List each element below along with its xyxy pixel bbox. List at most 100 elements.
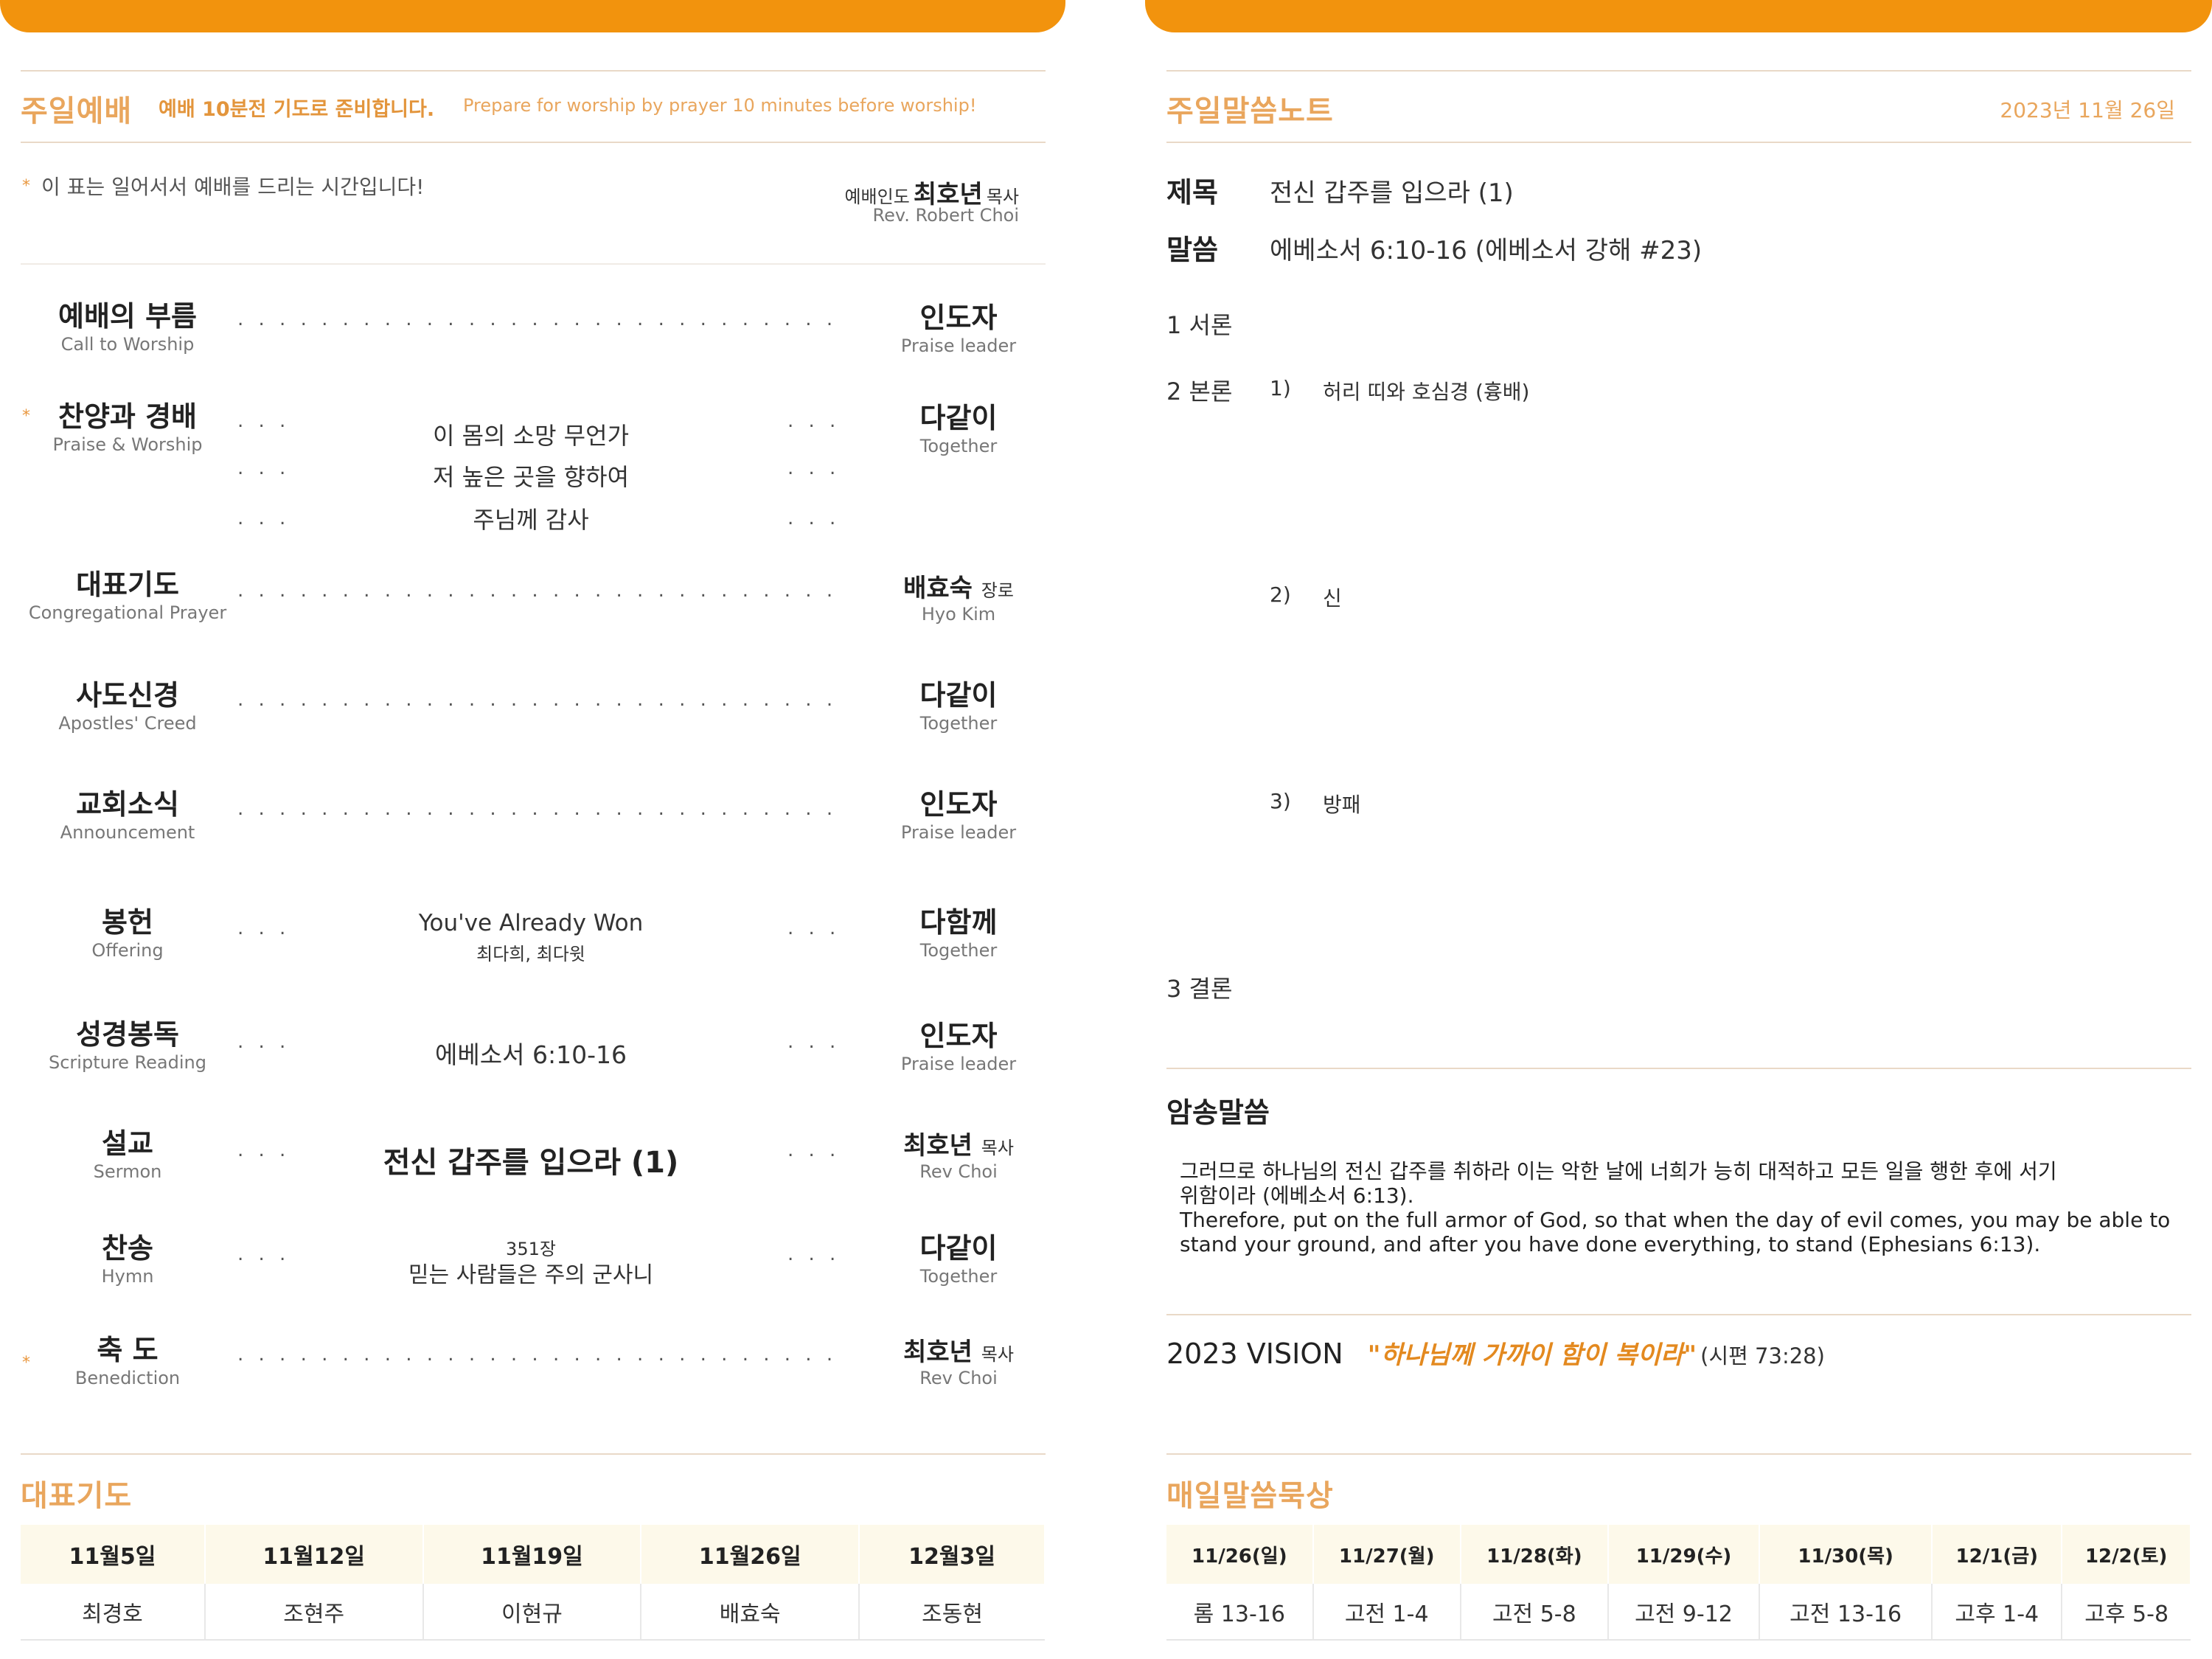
item-performer: 최호년 목사 Rev Choi [885,1125,1032,1182]
standing-note: 이 표는 일어서서 예배를 드리는 시간입니다! [41,175,425,199]
devotion-reading: 고전 13-16 [1759,1584,1933,1641]
dot-leader: . . . . . . . . . . . . . . . . . . . . … [237,308,842,330]
performer-name: 인도자 [919,788,998,821]
title-label: 제목 [1166,176,1218,209]
point-number: 2) [1270,582,1291,607]
sermon-date: 2023년 11월 26일 [2000,98,2175,122]
item-performer: 다같이 Together [885,672,1032,734]
performer-en: Rev Choi [919,1368,998,1388]
dot-leader: . . . . [237,917,296,939]
performer-en: Together [919,1266,998,1287]
bulletin-page: 주일예배 예배 10분전 기도로 준비합니다. Prepare for wors… [0,0,2212,1659]
performer-name: 다같이 [919,679,998,712]
item-title-ko: 설교 [102,1127,153,1160]
offering-song: You've Already Won [418,910,644,936]
devotion-date: 11/27(월) [1312,1525,1461,1584]
item-title-en: Hymn [101,1266,154,1287]
item-title-ko: 봉헌 [102,906,153,939]
left-top-tab [0,0,1065,32]
order-item: 설교 Sermon [18,1121,237,1182]
dot-leader: . . . . [787,1243,846,1265]
outline-intro: 1 서론 [1166,311,1233,339]
item-performer: 다함께 Together [885,900,1032,961]
performer-name: 다같이 [919,402,998,434]
item-performer: 다같이 Together [885,1225,1032,1287]
item-title-en: Apostles' Creed [58,713,197,734]
right-top-tab [1145,0,2212,32]
devotion-date: 11/28(화) [1460,1525,1609,1584]
item-performer: 인도자 Praise leader [885,295,1032,356]
performer-en: Together [919,436,998,456]
dot-leader: . . . . [787,507,846,529]
devotion-date: 11/30(목) [1759,1525,1933,1584]
point-text: 방패 [1323,793,1361,817]
item-title-en: Offering [91,940,164,961]
leader-name-en: Rev. Robert Choi [872,205,1019,226]
item-title-ko: 찬송 [102,1232,153,1265]
order-item: 봉헌 Offering [18,900,237,961]
performer-name: 최호년 [903,1338,973,1367]
prayer-schedule-title: 대표기도 [21,1479,133,1513]
vision-label: 2023 VISION [1166,1338,1343,1370]
dot-leader: . . . . [237,1031,296,1053]
prayer-date: 11월26일 [641,1525,860,1584]
dot-leader: . . . . [237,457,296,479]
scripture-reference: 에베소서 6:10-16 [435,1040,627,1069]
item-title-ko: 교회소식 [76,788,179,821]
performer-title: 목사 [981,1344,1014,1365]
performer-en: Together [919,940,998,961]
devotion-reading: 고전 5-8 [1460,1584,1609,1641]
sermon-title: 전신 갑주를 입으라 (1) [383,1146,679,1180]
item-title-ko: 찬양과 경배 [58,400,198,433]
point-number: 3) [1270,789,1291,813]
star-icon: * [22,177,30,195]
order-item: 성경봉독 Scripture Reading [18,1012,237,1073]
dot-leader: . . . . [237,410,296,432]
memory-verse: 그러므로 하나님의 전신 갑주를 취하라 이는 악한 날에 너희가 능히 대적하… [1180,1159,2183,1256]
item-performer: 인도자 Praise leader [885,782,1032,843]
note-scripture: 에베소서 6:10-16 (에베소서 강해 #23) [1270,236,1703,265]
devotion-reading: 고후 5-8 [2062,1584,2191,1641]
performer-name: 다함께 [919,906,998,939]
memory-ko-line: 그러므로 하나님의 전신 갑주를 취하라 이는 악한 날에 너희가 능히 대적하… [1180,1159,2057,1183]
dot-leader: . . . . [237,1243,296,1265]
devotion-date: 11/29(수) [1607,1525,1761,1584]
daily-devotion-title: 매일말씀묵상 [1166,1479,1334,1513]
leader-role: 예배인도 [844,187,910,207]
note-sermon-title: 전신 갑주를 입으라 (1) [1270,178,1514,208]
order-item: 찬양과 경배 Praise & Worship [18,394,237,455]
devotion-reading: 고전 1-4 [1312,1584,1461,1641]
vision-ref: (시편 73:28) [1700,1343,1825,1368]
worship-subtitle-en: Prepare for worship by prayer 10 minutes… [463,95,977,116]
order-item: 사도신경 Apostles' Creed [18,672,237,734]
item-title-en: Scripture Reading [49,1052,206,1073]
point-number: 1) [1270,376,1291,400]
memory-ko-line: 위함이라 (에베소서 6:13). [1180,1183,1414,1208]
dot-leader: . . . . [787,1139,846,1161]
item-title-ko: 사도신경 [76,679,179,712]
performer-name: 인도자 [919,1020,998,1052]
order-item: 축 도 Benediction [18,1327,237,1388]
item-performer: 인도자 Praise leader [885,1013,1032,1074]
performer-name: 최호년 [903,1131,973,1161]
dot-leader: . . . . . . . . . . . . . . . . . . . . … [237,798,842,820]
item-title-en: Call to Worship [60,334,195,355]
prayer-person: 조현주 [204,1584,424,1641]
song-title: 주님께 감사 [473,506,589,534]
item-performer: 배효숙 장로 Hyo Kim [885,568,1032,625]
point-text: 신 [1323,586,1342,611]
sermon-note-title: 주일말씀노트 [1166,94,1334,128]
item-title-ko: 대표기도 [76,568,179,601]
performer-en: Praise leader [900,1054,1017,1074]
prayer-person: 이현규 [422,1584,642,1641]
devotion-reading: 고전 9-12 [1607,1584,1761,1641]
worship-title: 주일예배 [21,94,133,128]
worship-subtitle-ko: 예배 10분전 기도로 준비합니다. [159,98,435,121]
outline-conclusion: 3 결론 [1166,975,1233,1003]
dot-leader: . . . . . . . . . . . . . . . . . . . . … [237,1343,842,1366]
item-performer: 다같이 Together [885,395,1032,456]
item-title-en: Announcement [60,822,195,843]
dot-leader: . . . . . . . . . . . . . . . . . . . . … [237,689,842,711]
scripture-label: 말씀 [1166,234,1218,266]
item-title-en: Praise & Worship [52,434,203,455]
